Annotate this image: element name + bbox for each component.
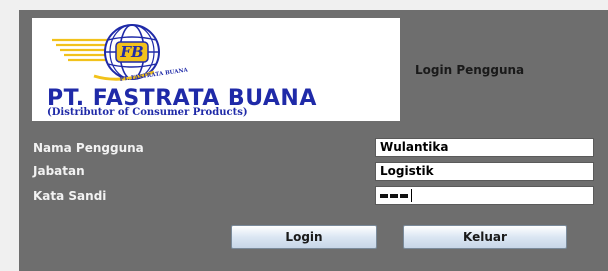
password-mask-dot: [390, 193, 398, 198]
text-caret: [411, 189, 412, 202]
company-tagline: (Distributor of Consumer Products): [47, 107, 248, 118]
username-input[interactable]: Wulantika: [375, 138, 594, 157]
company-logo: FB PT. FASTRATA BUANA PT. FASTRATA BUANA…: [32, 18, 400, 121]
password-mask-dot: [380, 193, 388, 198]
username-label: Nama Pengguna: [33, 141, 144, 155]
password-mask-dot: [400, 193, 408, 198]
svg-text:FB: FB: [119, 43, 143, 61]
position-input[interactable]: Logistik: [375, 162, 594, 181]
password-input[interactable]: [375, 186, 594, 205]
password-label: Kata Sandi: [33, 189, 107, 203]
page-title: Login Pengguna: [415, 63, 525, 77]
globe-logo-icon: FB PT. FASTRATA BUANA: [52, 24, 189, 83]
login-button[interactable]: Login: [231, 225, 377, 249]
position-label: Jabatan: [33, 164, 85, 178]
exit-button[interactable]: Keluar: [403, 225, 567, 249]
